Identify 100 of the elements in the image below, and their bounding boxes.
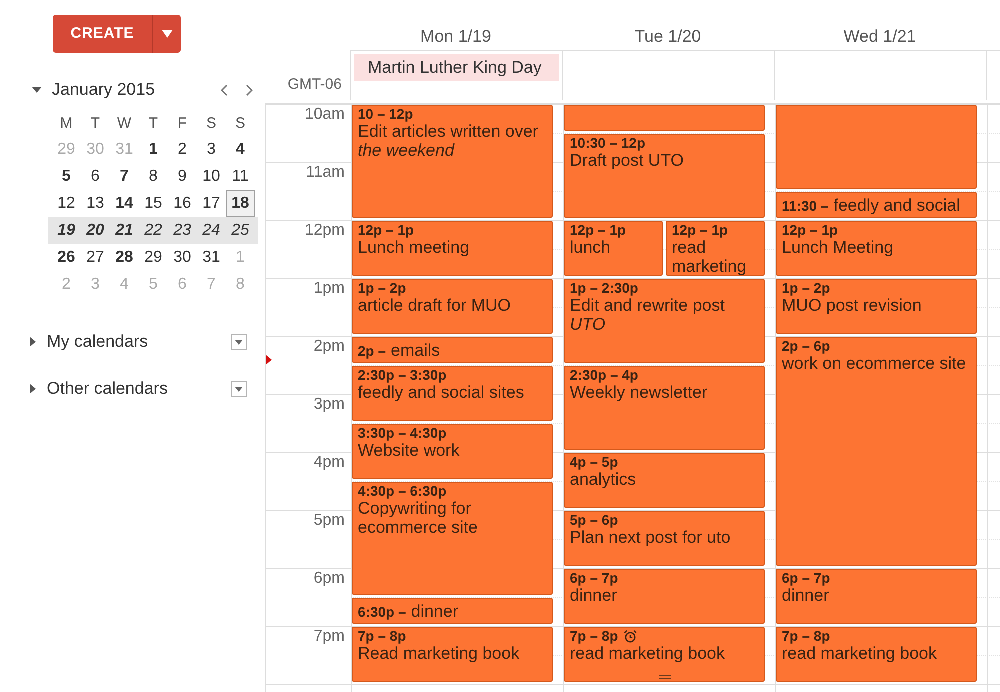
calendar-event[interactable]: 6:30p – dinner	[352, 598, 553, 624]
event-time: 7p – 8p	[358, 629, 406, 644]
caret-right-icon[interactable]	[30, 384, 36, 394]
day-header[interactable]: Mon 1/19	[420, 27, 492, 47]
date-cell[interactable]: 18	[226, 190, 255, 217]
date-cell[interactable]: 12	[52, 190, 81, 217]
calendar-event[interactable]: 7p – 8p read marketing book	[564, 627, 765, 682]
day-header[interactable]: Tue 1/20	[634, 27, 702, 47]
caret-down-icon	[235, 340, 243, 344]
calendar-event[interactable]: 1p – 2p MUO post revision	[776, 279, 977, 334]
resize-handle-icon[interactable]	[658, 675, 670, 679]
event-time: 7p – 8p	[570, 629, 618, 644]
calendar-event[interactable]: 12p – 1p Lunch meeting	[352, 221, 553, 276]
caret-down-icon	[162, 30, 172, 38]
calendar-event[interactable]: 7p – 8p read marketing book	[776, 627, 977, 682]
event-title: article draft for MUO	[358, 296, 512, 315]
date-cell[interactable]: 30	[168, 244, 197, 271]
event-title: Plan next post for uto	[570, 528, 732, 547]
date-cell[interactable]: 13	[81, 190, 110, 217]
event-title: read marketing book	[782, 644, 938, 663]
date-cell[interactable]: 1	[139, 136, 168, 163]
date-cell[interactable]: 2	[168, 136, 197, 163]
calendar-event[interactable]: 12p – 1p read marketing	[666, 221, 765, 276]
calendar-event[interactable]: 1p – 2:30p Edit and rewrite post UTO	[564, 279, 765, 363]
date-cell[interactable]: 27	[81, 244, 110, 271]
create-menu-button[interactable]	[152, 15, 181, 53]
date-cell[interactable]: 6	[81, 163, 110, 190]
calendar-event[interactable]: 2p – 6p work on ecommerce site	[776, 337, 977, 566]
event-title: emails	[391, 341, 440, 360]
event-time: 6:30p –	[358, 604, 406, 621]
event-title: lunch	[570, 238, 612, 257]
calendar-event[interactable]: 2p – emails	[352, 337, 553, 363]
event-title: dinner	[411, 602, 459, 621]
weekday-label: S	[234, 114, 246, 134]
event-time: 1p – 2p	[358, 281, 406, 296]
event-time: 12p – 1p	[358, 223, 414, 238]
event-time: 1p – 2p	[782, 281, 830, 296]
calendar-event[interactable]: 7p – 8p Read marketing book	[352, 627, 553, 682]
weekday-label: F	[176, 114, 188, 134]
calendar-event[interactable]: 10:30 – 12p Draft post UTO	[564, 134, 765, 218]
event-title: Draft post UTO	[570, 151, 685, 170]
event-title: Copywriting for ecommerce site	[358, 499, 479, 537]
date-cell[interactable]: 20	[81, 217, 110, 244]
date-cell[interactable]: 10	[197, 163, 226, 190]
chevron-left-icon[interactable]	[221, 84, 228, 96]
event-title: Weekly newsletter	[570, 383, 709, 402]
date-cell[interactable]: 26	[52, 244, 81, 271]
calendar-event[interactable]: 4p – 5p analytics	[564, 453, 765, 508]
calendar-event[interactable]: 6p – 7p dinner	[564, 569, 765, 624]
event-time: 10 – 12p	[358, 107, 414, 122]
calendar-event[interactable]: 6p – 7p dinner	[776, 569, 977, 624]
caret-down-icon[interactable]	[32, 87, 42, 93]
date-cell[interactable]: 19	[52, 217, 81, 244]
time-label: 10am	[304, 106, 345, 124]
date-cell[interactable]: 15	[139, 190, 168, 217]
date-cell[interactable]: 3	[197, 136, 226, 163]
date-cell[interactable]: 17	[197, 190, 226, 217]
calendar-event[interactable]: 11:30 – feedly and social	[776, 192, 977, 218]
date-cell[interactable]: 31	[197, 244, 226, 271]
calendar-event[interactable]: 4:30p – 6:30p Copywriting for ecommerce site	[352, 482, 553, 595]
date-cell[interactable]: 4	[226, 136, 255, 163]
menu-button[interactable]	[231, 381, 247, 397]
date-cell[interactable]: 24	[197, 217, 226, 244]
caret-right-icon[interactable]	[30, 337, 36, 347]
date-cell[interactable]: 22	[139, 217, 168, 244]
all-day-event[interactable]: Martin Luther King Day	[354, 54, 559, 81]
day-header[interactable]: Wed 1/21	[844, 27, 916, 47]
date-cell[interactable]: 23	[168, 217, 197, 244]
date-cell[interactable]: 7	[110, 163, 139, 190]
date-cell[interactable]: 29	[139, 244, 168, 271]
weekday-label: S	[205, 114, 218, 134]
event-title: Edit articles written over the weekend	[358, 122, 540, 160]
calendar-event[interactable]: 12p – 1p Lunch Meeting	[776, 221, 977, 276]
chevron-right-icon[interactable]	[246, 84, 253, 96]
create-button[interactable]: CREATE	[53, 15, 152, 53]
month-title: January 2015	[52, 79, 156, 101]
date-cell[interactable]: 11	[226, 163, 255, 190]
menu-button[interactable]	[231, 334, 247, 350]
date-cell[interactable]: 16	[168, 190, 197, 217]
date-cell[interactable]: 21	[110, 217, 139, 244]
date-cell[interactable]: 9	[168, 163, 197, 190]
calendar-event[interactable]: 5p – 6p Plan next post for uto	[564, 511, 765, 566]
event-time: 2p –	[358, 343, 386, 360]
calendar-event[interactable]: 1p – 2p article draft for MUO	[352, 279, 553, 334]
date-cell[interactable]: 28	[110, 244, 139, 271]
section-title[interactable]: My calendars	[47, 329, 148, 355]
time-label: 7pm	[314, 628, 345, 646]
calendar-event[interactable]: 2:30p – 3:30p feedly and social sites	[352, 366, 553, 421]
calendar-event[interactable]: 12p – 1p lunch	[564, 221, 663, 276]
calendar-event[interactable]: 10 – 12p Edit articles written over the weekend	[352, 105, 553, 218]
event-time: 11:30 –	[782, 198, 829, 215]
date-cell[interactable]: 8	[139, 163, 168, 190]
date-cell[interactable]: 14	[110, 190, 139, 217]
event-time: 12p – 1p	[570, 223, 626, 238]
calendar-event[interactable]: 3:30p – 4:30p Website work	[352, 424, 553, 479]
time-label: 5pm	[314, 512, 345, 530]
date-cell[interactable]: 25	[226, 217, 255, 244]
date-cell[interactable]: 5	[52, 163, 81, 190]
section-title[interactable]: Other calendars	[47, 376, 168, 402]
calendar-event[interactable]: 2:30p – 4p Weekly newsletter	[564, 366, 765, 450]
